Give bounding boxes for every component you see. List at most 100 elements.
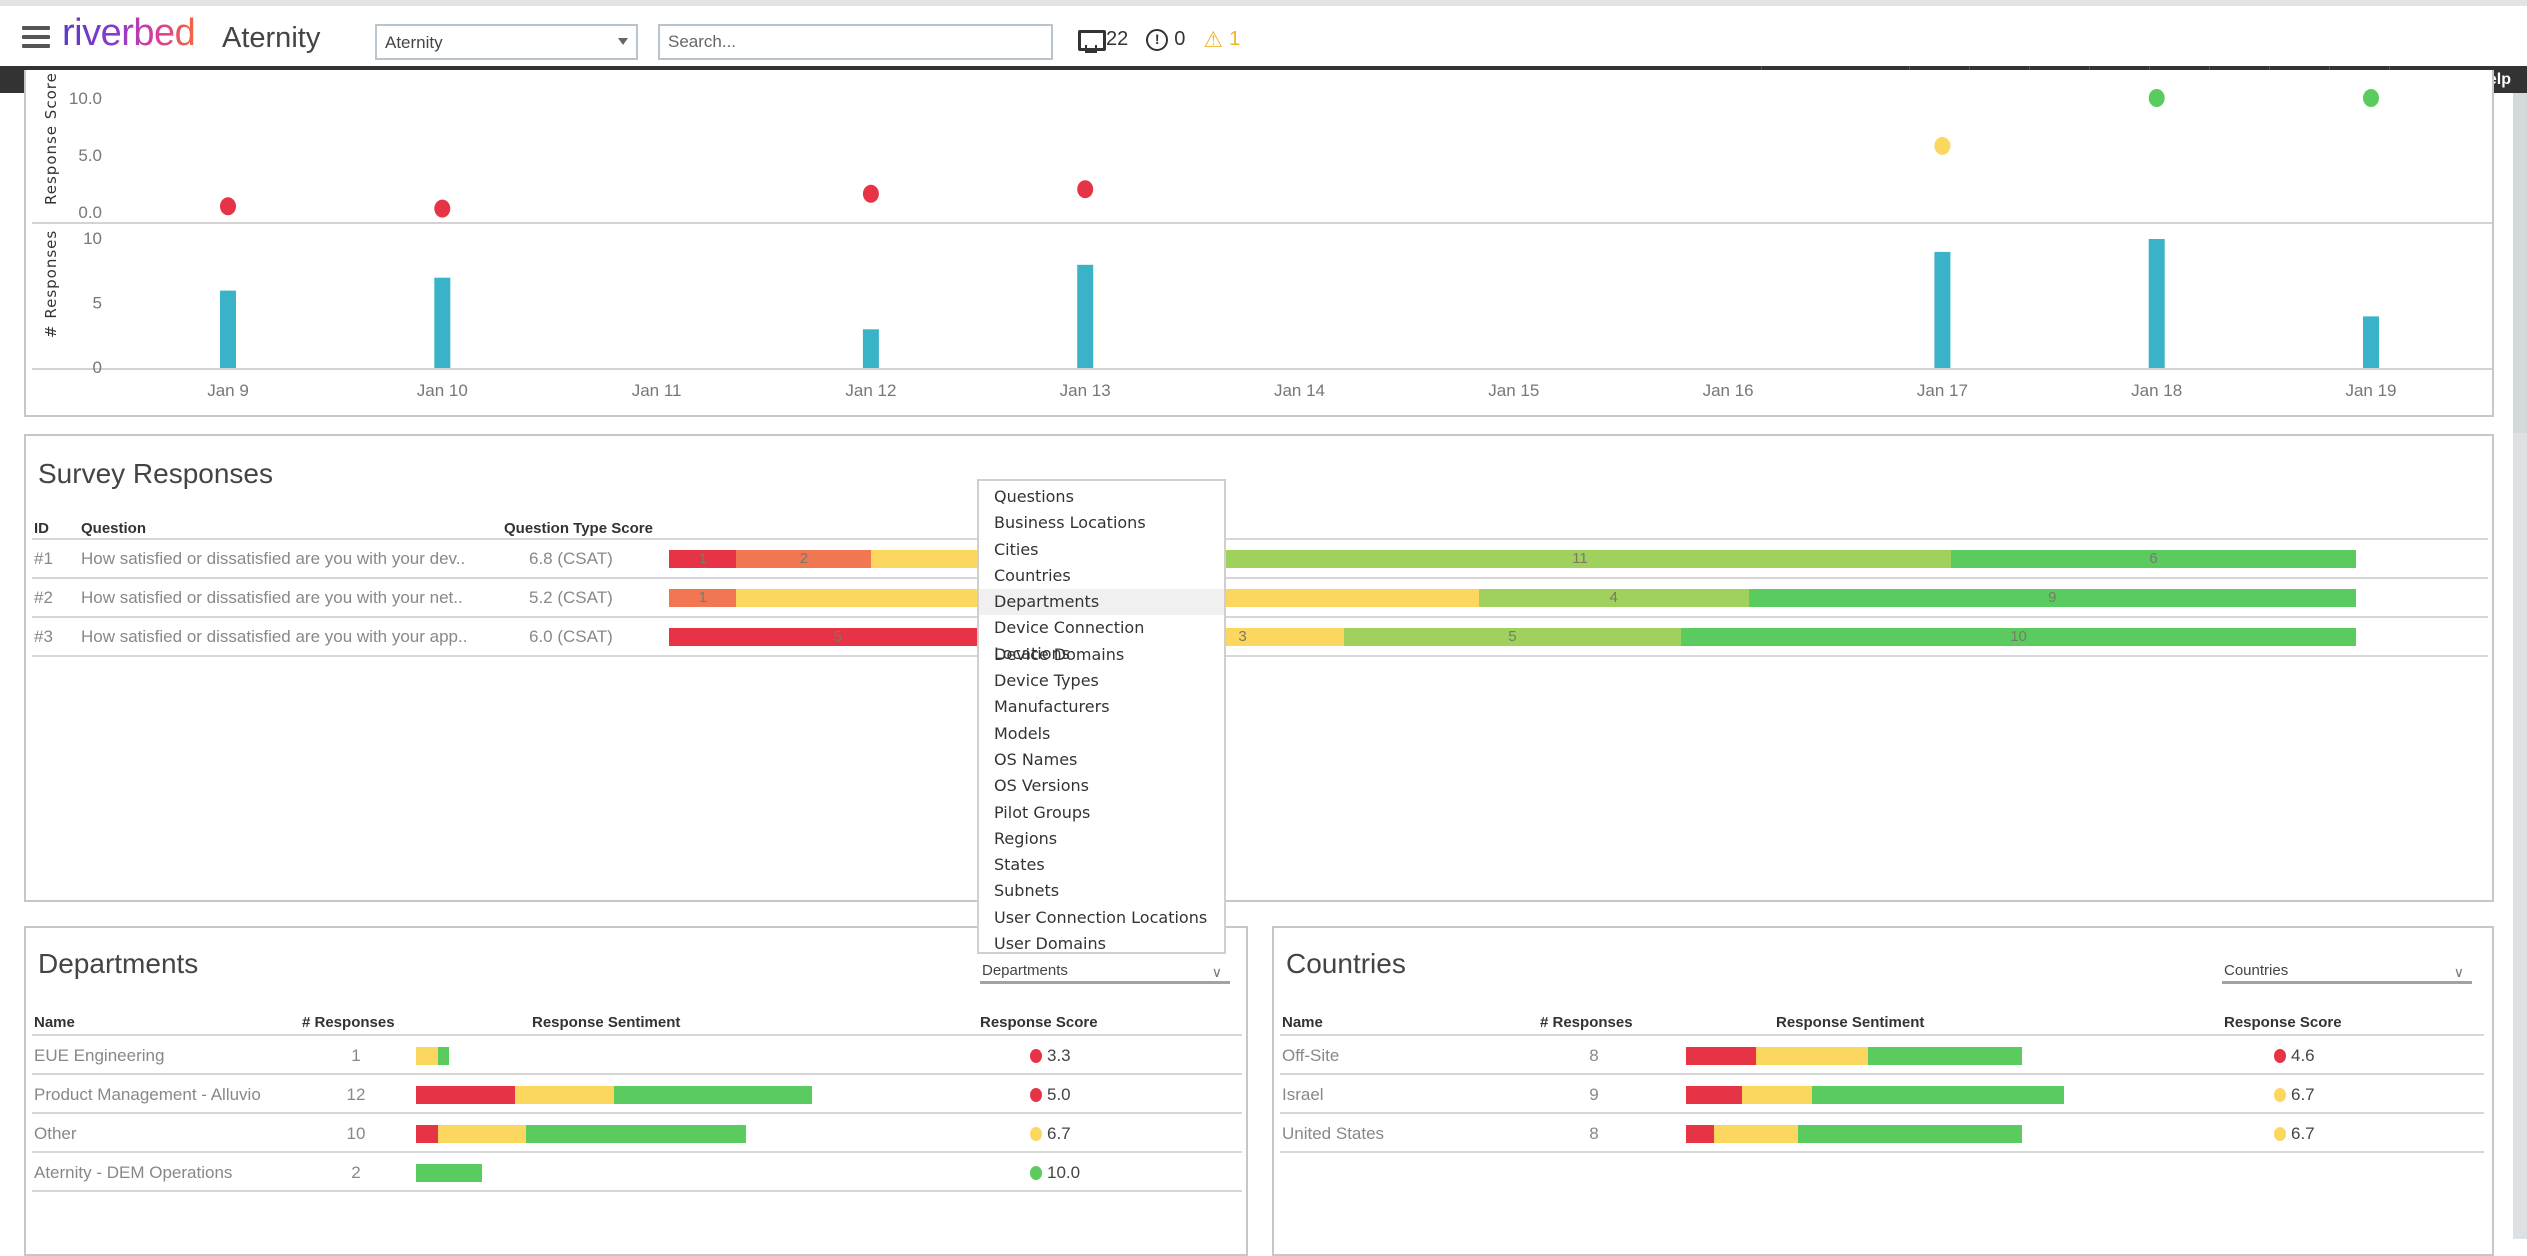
dropdown-option[interactable]: OS Names [979,747,1224,773]
table-row[interactable]: Other 10 6.7 [32,1114,1242,1153]
countries-breakdown-select[interactable]: Countries ∨ [2222,958,2472,984]
sentiment-segment[interactable]: 1 [669,550,737,568]
sentiment-bar[interactable] [1686,1125,2022,1143]
sentiment-segment[interactable] [416,1125,439,1143]
sentiment-segment[interactable] [1756,1047,1869,1065]
sentiment-segment[interactable] [614,1086,812,1104]
sentiment-segment[interactable] [1741,1086,1812,1104]
sentiment-segment[interactable] [438,1125,527,1143]
sentiment-bar[interactable] [416,1164,482,1182]
warnings-status[interactable]: ⚠ 1 [1203,28,1240,51]
sentiment-segment[interactable] [1798,1125,2022,1143]
sentiment-segment[interactable] [438,1047,449,1065]
sentiment-bar[interactable]: 11149 [669,589,2356,607]
sentiment-segment[interactable] [1868,1047,2023,1065]
alerts-count: 0 [1174,28,1186,50]
context-select[interactable]: Aternity [375,24,638,60]
sentiment-segment[interactable] [1714,1125,1799,1143]
dropdown-option[interactable]: Countries [979,563,1224,589]
page-scrollbar-thumb[interactable] [2513,93,2527,433]
sentiment-segment[interactable]: 11 [1208,550,1952,568]
hamburger-menu-icon[interactable] [22,26,50,48]
table-row[interactable]: EUE Engineering 1 3.3 [32,1036,1242,1075]
table-row[interactable]: United States 8 6.7 [1280,1114,2484,1153]
table-row[interactable]: Product Management - Alluvio 12 5.0 [32,1075,1242,1114]
sentiment-bar[interactable] [416,1086,812,1104]
sentiment-segment[interactable] [1686,1047,1757,1065]
alerts-status[interactable]: ! 0 [1146,28,1185,51]
x-tick-label: Jan 12 [845,381,896,400]
sentiment-segment[interactable]: 2 [736,550,872,568]
row-score: 6.7 [2274,1124,2315,1144]
dropdown-option[interactable]: Business Locations [979,510,1224,536]
sentiment-segment[interactable] [416,1086,515,1104]
dropdown-option[interactable]: OS Versions [979,773,1224,799]
sentiment-segment[interactable]: 10 [1681,628,2356,646]
dropdown-option[interactable]: User Domains [979,931,1224,957]
sentiment-segment[interactable] [416,1164,482,1182]
breakdown-dropdown-menu: Questions Business Locations Cities Countri… [977,479,1226,954]
row-score-value: 6.7 [1047,1124,1071,1143]
dropdown-option[interactable]: States [979,852,1224,878]
survey-row[interactable]: #1 How satisfied or dissatisfied are you … [32,540,2488,579]
row-score: 4.6 [2274,1046,2315,1066]
row-name: Israel [1282,1085,1324,1104]
sentiment-bar[interactable] [1686,1047,2023,1065]
x-tick-label: Jan 11 [632,381,682,400]
question-id: #1 [34,549,53,568]
dropdown-option[interactable]: Device Connection Locations [979,615,1224,663]
dropdown-option[interactable]: Questions [979,484,1224,510]
search-input[interactable] [658,24,1053,60]
dropdown-option[interactable]: Device Domains [979,642,1224,668]
score-status-dot [2274,1088,2286,1102]
sentiment-segment[interactable]: 5 [669,628,1007,646]
dropdown-option[interactable]: Cities [979,537,1224,563]
dropdown-option[interactable]: Pilot Groups [979,800,1224,826]
sentiment-segment[interactable] [1686,1125,1715,1143]
sentiment-segment[interactable] [1811,1086,2064,1104]
sentiment-bar[interactable] [416,1125,747,1143]
dropdown-option[interactable]: User Connection Locations [979,905,1224,931]
dropdown-option[interactable]: Subnets [979,878,1224,904]
dropdown-option[interactable]: Models [979,721,1224,747]
sentiment-segment[interactable] [1686,1086,1742,1104]
survey-table-header: ID Question Question Type Score [32,518,2488,540]
dropdown-option[interactable]: Manufacturers [979,694,1224,720]
sentiment-segment[interactable]: 6 [1951,550,2356,568]
departments-breakdown-select[interactable]: Departments ∨ [980,958,1230,984]
score-point [862,184,879,203]
sentiment-segment[interactable] [416,1047,439,1065]
table-row[interactable]: Aternity - DEM Operations 2 10.0 [32,1153,1242,1192]
score-point [434,199,451,218]
sentiment-segment[interactable]: 4 [1478,589,1749,607]
question-id: #2 [34,588,53,607]
responses-bar [862,329,879,368]
sentiment-bar[interactable]: 523510 [669,628,2356,646]
survey-row[interactable]: #2 How satisfied or dissatisfied are you … [32,579,2488,618]
riverbed-logo: riverbed [62,12,196,54]
y-tick-label: 10 [83,229,102,248]
dropdown-option[interactable]: Device Types [979,668,1224,694]
survey-responses-title: Survey Responses [38,458,274,489]
sentiment-segment[interactable] [526,1125,747,1143]
sentiment-segment[interactable]: 9 [1748,589,2356,607]
question-text[interactable]: How satisfied or dissatisfied are you wi… [81,627,467,647]
sentiment-segment[interactable]: 5 [1343,628,1682,646]
sentiment-bar[interactable]: 125116 [669,550,2356,568]
question-text[interactable]: How satisfied or dissatisfied are you wi… [81,549,465,569]
warnings-count: 1 [1229,28,1241,50]
survey-row[interactable]: #3 How satisfied or dissatisfied are you … [32,618,2488,657]
sentiment-segment[interactable] [515,1086,614,1104]
devices-status[interactable]: 22 [1078,28,1128,53]
sentiment-bar[interactable] [1686,1086,2064,1104]
question-text[interactable]: How satisfied or dissatisfied are you wi… [81,588,463,608]
dropdown-option[interactable]: Departments [979,589,1224,616]
table-row[interactable]: Off-Site 8 4.6 [1280,1036,2484,1075]
row-score-value: 5.0 [1047,1085,1071,1104]
dropdown-option[interactable]: Regions [979,826,1224,852]
table-row[interactable]: Israel 9 6.7 [1280,1075,2484,1114]
sentiment-bar[interactable] [416,1047,449,1065]
sentiment-segment[interactable]: 1 [669,589,737,607]
y-axis-title-responses: # Responses [42,230,60,338]
responses-bar [1077,264,1094,368]
